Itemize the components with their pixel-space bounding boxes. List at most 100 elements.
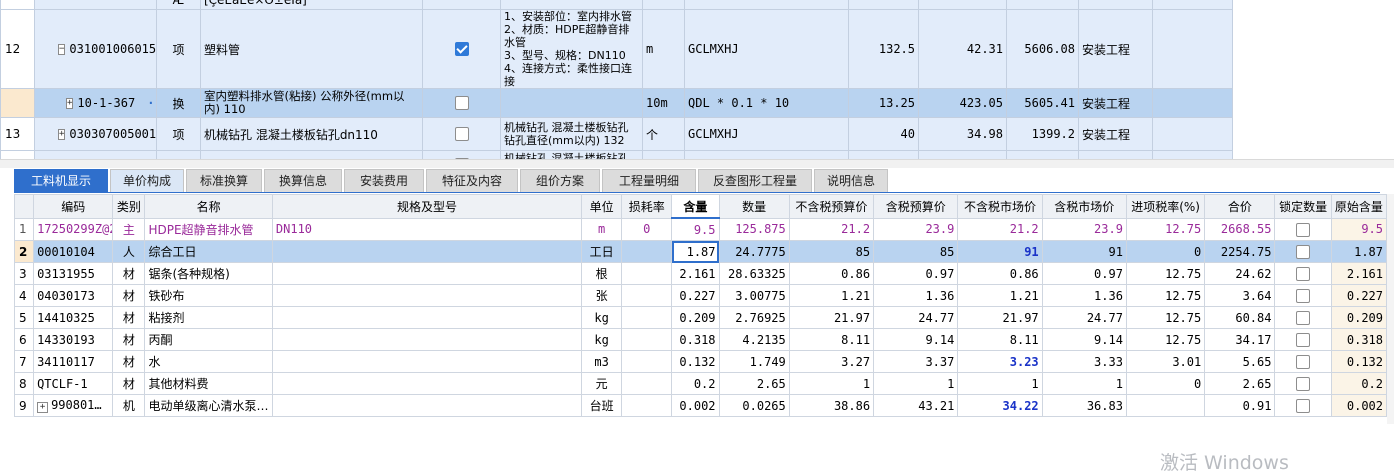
budget-price-ex-tax[interactable]: 1.21 [788, 284, 875, 307]
input-tax-rate[interactable]: 12.75 [1125, 328, 1206, 351]
resource-name[interactable]: 水 [144, 350, 273, 373]
tab-5[interactable]: 安装费用 [344, 169, 424, 193]
market-price-inc-tax[interactable]: 0.97 [1041, 262, 1127, 285]
resource-type[interactable]: 材 [112, 306, 146, 329]
resource-spec[interactable] [271, 306, 583, 329]
resource-quantity[interactable]: 28.63325 [718, 262, 790, 285]
bill-item-row[interactable]: Æ [ÇëÊäÈë×Ó±êÌâ] [0, 0, 1381, 10]
content-amount[interactable]: 0.209 [671, 306, 720, 329]
resource-type[interactable]: 主 [112, 217, 146, 241]
market-price-ex-tax[interactable]: 1.21 [957, 284, 1043, 307]
column-header[interactable]: 进项税率(%) [1125, 194, 1206, 219]
resource-quantity[interactable]: 4.2135 [718, 328, 790, 351]
market-price-ex-tax[interactable]: 21.97 [957, 306, 1043, 329]
column-header[interactable]: 合价 [1204, 194, 1276, 219]
resource-unit[interactable]: 工日 [581, 240, 623, 263]
resource-code[interactable]: 04030173 [33, 284, 114, 307]
input-tax-rate[interactable]: 12.75 [1125, 284, 1206, 307]
resource-type[interactable]: 材 [112, 262, 146, 285]
expand-toggle-icon[interactable]: + [58, 128, 66, 140]
resource-unit[interactable]: 台班 [581, 394, 623, 417]
resource-code[interactable]: 03131955 [33, 262, 114, 285]
resource-row[interactable]: 7 34110117 材水 m3 0.132 1.749 3.27 3.37 3.23 3.33 3… [13, 350, 1388, 373]
content-amount[interactable]: 0.227 [671, 284, 720, 307]
resource-code[interactable]: QTCLF-1 [33, 372, 114, 395]
resource-quantity[interactable]: 0.0265 [718, 394, 790, 417]
quantity[interactable]: 40 [848, 117, 919, 151]
column-header[interactable]: 不含税市场价 [957, 194, 1043, 219]
more-options-icon[interactable]: ··· [147, 96, 155, 110]
resource-code[interactable]: +990801… [33, 394, 114, 417]
budget-price-ex-tax[interactable]: 3.27 [788, 350, 875, 373]
resource-unit[interactable]: kg [581, 306, 623, 329]
resource-unit[interactable]: kg [581, 328, 623, 351]
column-header[interactable]: 含税市场价 [1041, 194, 1127, 219]
loss-rate[interactable] [621, 262, 673, 285]
resource-name[interactable]: 综合工日 [144, 240, 273, 263]
lock-quantity-cell[interactable] [1274, 394, 1332, 417]
resource-row[interactable]: 4 04030173 材铁砂布张 0.227 3.00775 1.21 1.36 1.21 1.… [13, 284, 1388, 307]
market-price-ex-tax[interactable]: 0.86 [957, 262, 1043, 285]
loss-rate[interactable] [621, 350, 673, 373]
item-name[interactable]: 室内塑料排水管(粘接) 公称外径(mm以内) 110 [200, 88, 423, 118]
market-price-inc-tax[interactable]: 36.83 [1041, 394, 1127, 417]
column-header[interactable]: 规格及型号 [271, 194, 583, 219]
resource-total[interactable]: 3.64 [1204, 284, 1276, 307]
item-name[interactable]: 塑料管 [200, 9, 423, 89]
lock-quantity-checkbox[interactable] [1296, 398, 1311, 413]
input-tax-rate[interactable]: 0 [1125, 372, 1206, 395]
resource-total[interactable]: 60.84 [1204, 306, 1276, 329]
resource-name[interactable]: 其他材料费 [144, 372, 273, 395]
tab-10[interactable]: 说明信息 [814, 169, 888, 193]
content-amount[interactable]: 2.161 [671, 262, 720, 285]
resource-unit[interactable]: 根 [581, 262, 623, 285]
resource-spec[interactable] [271, 350, 583, 373]
budget-price-inc-tax[interactable]: 24.77 [873, 306, 959, 329]
budget-price-ex-tax[interactable]: 1 [788, 372, 875, 395]
budget-price-inc-tax[interactable]: 3.37 [873, 350, 959, 373]
resource-type[interactable]: 材 [112, 328, 146, 351]
resource-quantity[interactable]: 125.875 [718, 217, 790, 241]
resource-spec[interactable] [271, 328, 583, 351]
budget-price-inc-tax[interactable]: 1.36 [873, 284, 959, 307]
column-header[interactable]: 不含税预算价 [788, 194, 875, 219]
budget-price-ex-tax[interactable]: 21.97 [788, 306, 875, 329]
budget-price-ex-tax[interactable]: 0.86 [788, 262, 875, 285]
resource-spec[interactable] [271, 240, 583, 263]
resource-quantity[interactable]: 24.7775 [718, 240, 790, 263]
item-spec[interactable] [500, 0, 643, 10]
content-amount[interactable]: 0.2 [671, 372, 720, 395]
lock-quantity-cell[interactable] [1274, 306, 1332, 329]
market-price-inc-tax[interactable]: 24.77 [1041, 306, 1127, 329]
quantity[interactable]: 132.5 [848, 9, 919, 89]
market-price-ex-tax[interactable]: 91 [957, 240, 1043, 263]
item-name[interactable]: [ÇëÊäÈë×Ó±êÌâ] [200, 0, 423, 10]
tab-4[interactable]: 换算信息 [264, 169, 342, 193]
lock-quantity-cell[interactable] [1274, 372, 1332, 395]
checked-checkbox-icon[interactable] [454, 42, 469, 57]
lock-quantity-cell[interactable] [1274, 284, 1332, 307]
item-code-cell[interactable] [34, 0, 157, 10]
lock-quantity-checkbox[interactable] [1296, 376, 1311, 391]
column-header[interactable]: 数量 [718, 194, 790, 219]
resource-quantity[interactable]: 3.00775 [718, 284, 790, 307]
tab-6[interactable]: 特征及内容 [426, 169, 518, 193]
resource-row[interactable]: 3 03131955 材锯条(各种规格) 根 2.161 28.63325 0.86 0.97… [13, 262, 1388, 285]
checkbox[interactable] [454, 96, 469, 111]
item-spec[interactable]: 机械钻孔 混凝土楼板钻孔 钻孔直径(mm以内) 132 [500, 117, 643, 151]
resource-total[interactable]: 2668.55 [1204, 217, 1276, 241]
market-price-inc-tax[interactable]: 3.33 [1041, 350, 1127, 373]
column-header[interactable]: 类别 [112, 194, 146, 219]
quantity-expression[interactable]: GCLMXHJ [684, 117, 849, 151]
resource-row[interactable]: 2 00010104 人综合工日 工日 1.87 24.7775 85 85 91 91 0 2254… [13, 240, 1388, 263]
resource-row[interactable]: 6 14330193 材丙酮 kg 0.318 4.2135 8.11 9.14 8.11 9.1… [13, 328, 1388, 351]
budget-price-inc-tax[interactable]: 9.14 [873, 328, 959, 351]
market-price-inc-tax[interactable]: 1.36 [1041, 284, 1127, 307]
lock-quantity-checkbox[interactable] [1296, 354, 1311, 369]
market-price-inc-tax[interactable]: 23.9 [1041, 217, 1127, 241]
tab-7[interactable]: 组价方案 [520, 169, 600, 193]
resource-unit[interactable]: 张 [581, 284, 623, 307]
budget-price-inc-tax[interactable]: 23.9 [873, 217, 959, 241]
column-header[interactable]: 含量 [671, 194, 720, 219]
resource-name[interactable]: 粘接剂 [144, 306, 273, 329]
